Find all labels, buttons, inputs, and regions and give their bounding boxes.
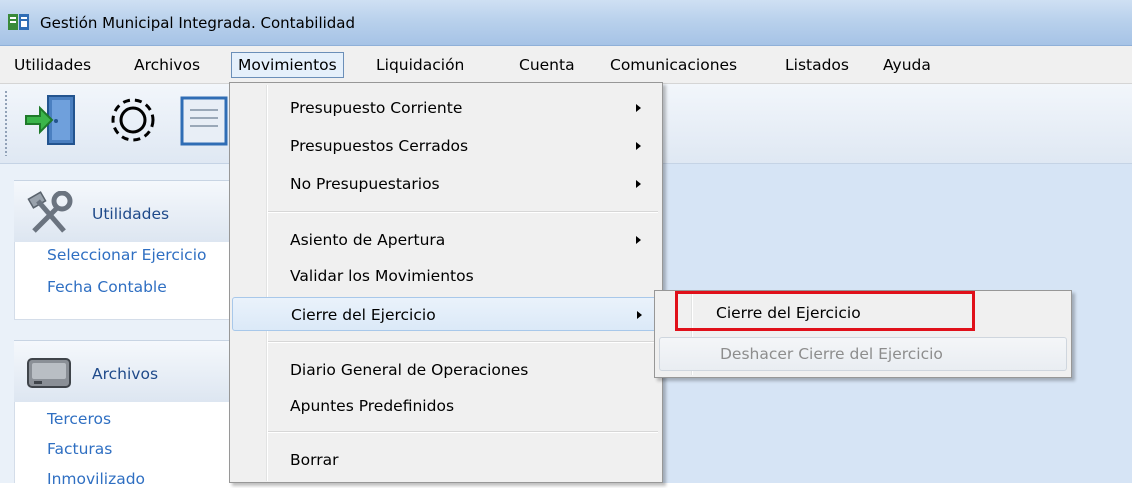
dropdown-separator [268,341,658,343]
link-seleccionar-ejercicio[interactable]: Seleccionar Ejercicio [47,246,206,264]
dd-item-cierre-ejercicio[interactable]: Cierre del Ejercicio [232,297,660,331]
title-bar: Gestión Municipal Integrada. Contabilida… [0,0,1132,46]
link-fecha-contable[interactable]: Fecha Contable [47,278,167,296]
menu-bar: Utilidades Archivos Movimientos Liquidac… [0,46,1132,84]
link-terceros[interactable]: Terceros [47,410,111,428]
window-title: Gestión Municipal Integrada. Contabilida… [40,14,356,32]
menu-comunicaciones[interactable]: Comunicaciones [604,52,743,78]
dd-label: Asiento de Apertura [290,231,446,249]
panel-utilidades-body: Seleccionar Ejercicio Fecha Contable [14,242,230,320]
panel-archivos-body: Terceros Facturas Inmovilizado [14,402,230,488]
dd-item-validar-movimientos[interactable]: Validar los Movimientos [232,259,660,293]
app-icon [8,14,29,30]
menu-archivos[interactable]: Archivos [128,52,206,78]
cierre-submenu: Cierre del Ejercicio Deshacer Cierre del… [654,290,1072,378]
toolbar-grip[interactable] [4,90,8,156]
menu-liquidacion[interactable]: Liquidación [370,52,470,78]
panel-utilidades-header[interactable]: Utilidades [14,180,230,242]
tools-icon [27,191,73,233]
dd-item-borrar[interactable]: Borrar [232,443,660,477]
submenu-arrow-icon [637,311,642,319]
sub-item-cierre-ejercicio[interactable]: Cierre del Ejercicio [675,291,975,331]
notepad-icon[interactable] [180,88,228,152]
gear-icon[interactable] [102,88,164,152]
submenu-arrow-icon [636,142,641,150]
menu-movimientos[interactable]: Movimientos [231,52,344,78]
menu-listados[interactable]: Listados [779,52,855,78]
dd-label: Validar los Movimientos [290,267,474,285]
dd-item-presupuesto-corriente[interactable]: Presupuesto Corriente [232,91,660,125]
exit-door-icon[interactable] [20,88,82,152]
dd-item-apuntes-predefinidos[interactable]: Apuntes Predefinidos [232,389,660,423]
dropdown-separator [268,211,658,213]
panel-archivos-header[interactable]: Archivos [14,340,230,402]
dd-label: Presupuestos Cerrados [290,137,469,155]
submenu-arrow-icon [636,104,641,112]
sub-item-deshacer-cierre: Deshacer Cierre del Ejercicio [659,337,1067,371]
dd-label: Borrar [290,451,339,469]
dd-label: Apuntes Predefinidos [290,397,455,415]
panel-utilidades-title: Utilidades [92,205,170,223]
link-facturas[interactable]: Facturas [47,440,112,458]
link-inmovilizado[interactable]: Inmovilizado [47,470,145,488]
dd-item-presupuestos-cerrados[interactable]: Presupuestos Cerrados [232,129,660,163]
drive-icon [27,358,71,388]
dd-item-diario-general[interactable]: Diario General de Operaciones [232,353,660,387]
dd-label: No Presupuestarios [290,175,440,193]
menu-cuenta[interactable]: Cuenta [513,52,581,78]
dd-label: Presupuesto Corriente [290,99,463,117]
dd-label: Cierre del Ejercicio [291,306,436,324]
dd-item-asiento-apertura[interactable]: Asiento de Apertura [232,223,660,257]
dropdown-separator [268,431,658,433]
movimientos-dropdown: Presupuesto Corriente Presupuestos Cerra… [229,82,663,483]
menu-ayuda[interactable]: Ayuda [877,52,937,78]
submenu-arrow-icon [636,236,641,244]
sub-label: Deshacer Cierre del Ejercicio [720,345,943,363]
submenu-arrow-icon [636,180,641,188]
sub-label: Cierre del Ejercicio [716,304,861,322]
panel-archivos-title: Archivos [92,365,159,383]
dd-item-no-presupuestarios[interactable]: No Presupuestarios [232,167,660,201]
menu-utilidades[interactable]: Utilidades [8,52,97,78]
dd-label: Diario General de Operaciones [290,361,529,379]
